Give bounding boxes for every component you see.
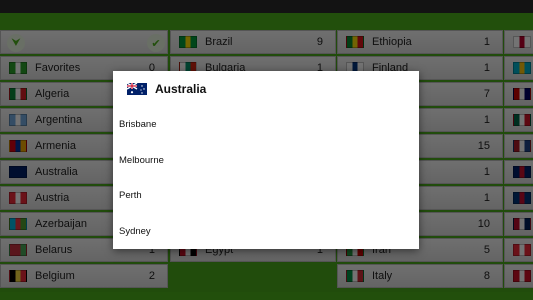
city-dialog: Australia Brisbane Melbourne Perth Sydne… xyxy=(113,71,419,249)
city-item-brisbane[interactable]: Brisbane xyxy=(113,107,419,143)
dialog-header: Australia xyxy=(113,71,419,107)
city-item-perth[interactable]: Perth xyxy=(113,178,419,214)
dialog-title: Australia xyxy=(155,82,207,96)
australia-flag-icon xyxy=(127,83,147,95)
city-item-melbourne[interactable]: Melbourne xyxy=(113,143,419,179)
city-item-sydney[interactable]: Sydney xyxy=(113,214,419,250)
